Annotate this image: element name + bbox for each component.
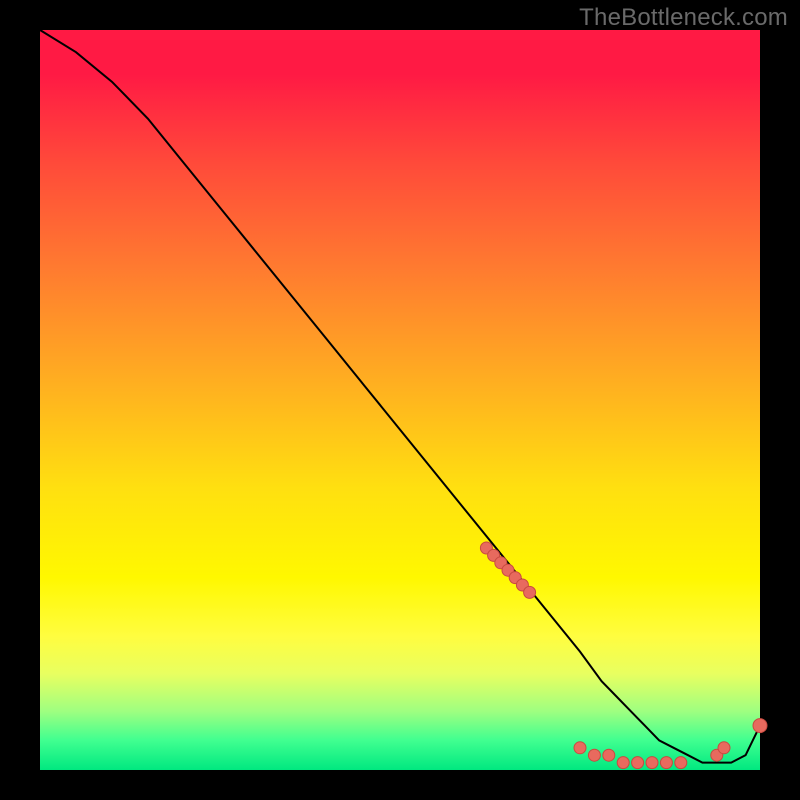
chart-stage: TheBottleneck.com <box>0 0 800 800</box>
marker-point <box>646 757 658 769</box>
watermark-text: TheBottleneck.com <box>579 4 788 32</box>
marker-point <box>718 742 730 754</box>
marker-point <box>660 757 672 769</box>
marker-point <box>632 757 644 769</box>
marker-point <box>574 742 586 754</box>
plot-area <box>40 30 760 770</box>
end-marker <box>753 719 767 733</box>
marker-point <box>524 586 536 598</box>
bottleneck-curve <box>40 30 760 763</box>
marker-point <box>617 757 629 769</box>
marker-point <box>588 749 600 761</box>
marker-cluster <box>480 542 730 769</box>
marker-point <box>675 757 687 769</box>
marker-point <box>603 749 615 761</box>
curve-layer <box>40 30 760 770</box>
